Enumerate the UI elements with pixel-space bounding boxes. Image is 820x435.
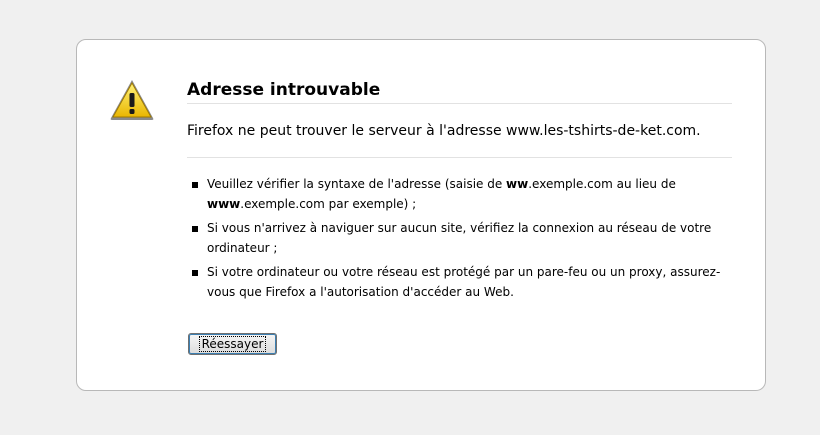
retry-button[interactable]: Réessayer [188,333,277,355]
suggestion-item: Si vous n'arrivez à naviguer sur aucun s… [187,218,732,258]
page-title: Adresse introuvable [187,78,732,104]
suggestion-bold: ww [506,177,529,191]
error-page-container: Adresse introuvable Firefox ne peut trou… [76,39,766,391]
bullet-icon [192,226,198,232]
bullet-icon [192,182,198,188]
retry-button-label: Réessayer [198,336,267,352]
suggestion-item: Veuillez vérifier la syntaxe de l'adress… [187,174,732,214]
error-content: Adresse introuvable Firefox ne peut trou… [187,78,732,306]
error-short-description: Firefox ne peut trouver le serveur à l'a… [187,121,732,158]
bullet-icon [192,270,198,276]
suggestion-bold: www [207,197,241,211]
suggestion-text: Si vous n'arrivez à naviguer sur aucun s… [207,221,712,255]
warning-icon [110,80,154,120]
suggestion-text: .exemple.com au lieu de [528,177,676,191]
suggestion-text: Veuillez vérifier la syntaxe de l'adress… [207,177,507,191]
suggestion-text: .exemple.com par exemple) ; [240,197,417,211]
suggestion-list: Veuillez vérifier la syntaxe de l'adress… [187,174,732,302]
suggestion-text: Si votre ordinateur ou votre réseau est … [207,265,721,299]
suggestion-item: Si votre ordinateur ou votre réseau est … [187,262,732,302]
